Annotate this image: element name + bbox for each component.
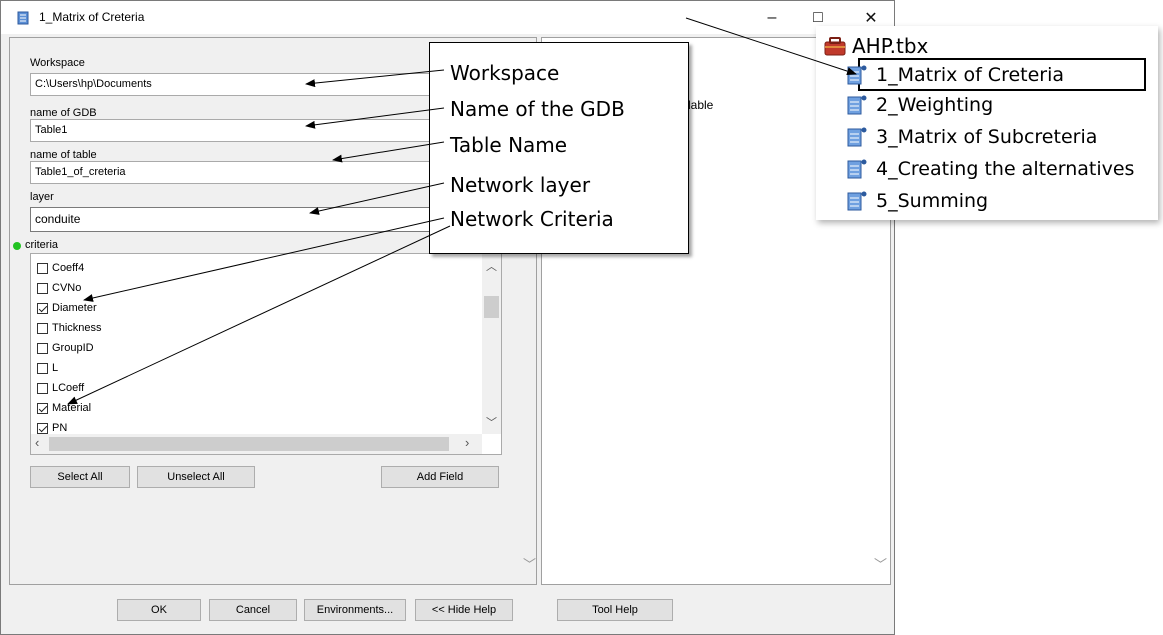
checkbox[interactable] xyxy=(37,322,48,334)
checkbox[interactable] xyxy=(37,382,48,394)
script-tool-icon xyxy=(847,127,867,147)
toolbox-item-matrix-of-creteria[interactable]: 1_Matrix of Creteria xyxy=(846,60,1064,90)
toolbox-item-label: 2_Weighting xyxy=(876,94,994,116)
toolbox-item-label: 3_Matrix of Subcreteria xyxy=(876,126,1098,148)
title-bar[interactable]: 1_Matrix of Creteria – □ ✕ xyxy=(1,1,894,34)
toolbox-name: AHP.tbx xyxy=(852,34,929,58)
criteria-item-diameter[interactable]: Diameter xyxy=(37,298,97,318)
gdb-field[interactable]: Table1 xyxy=(30,119,450,142)
criteria-item-label: GroupID xyxy=(52,342,94,354)
scroll-thumb[interactable] xyxy=(484,296,499,318)
criteria-list[interactable]: Coeff4 CVNo Diameter Thickness GroupID L… xyxy=(30,253,502,455)
checkbox[interactable] xyxy=(37,362,48,374)
scroll-down-icon[interactable]: ﹀ xyxy=(523,554,536,573)
toolbox-item-label: 1_Matrix of Creteria xyxy=(876,64,1065,86)
criteria-item-label: L xyxy=(52,362,59,374)
environments-button[interactable]: Environments... xyxy=(304,599,406,621)
select-all-button[interactable]: Select All xyxy=(30,466,130,488)
window-title: 1_Matrix of Creteria xyxy=(39,10,145,24)
callout-workspace: Workspace xyxy=(450,61,560,85)
layer-label: layer xyxy=(30,191,54,203)
criteria-item-cvno[interactable]: CVNo xyxy=(37,278,81,298)
toolbox-item-label: 5_Summing xyxy=(876,190,989,212)
script-tool-icon xyxy=(847,95,867,115)
criteria-item-l[interactable]: L xyxy=(37,358,58,378)
toolbox-panel: AHP.tbx 1_Matrix of Creteria 2_Weighting… xyxy=(816,26,1158,220)
checkbox[interactable] xyxy=(37,282,48,294)
add-field-button[interactable]: Add Field xyxy=(381,466,499,488)
criteria-item-material[interactable]: Material xyxy=(37,398,91,418)
criteria-item-label: Diameter xyxy=(52,302,97,314)
script-tool-icon xyxy=(847,191,867,211)
toolbox-item-creating-alternatives[interactable]: 4_Creating the alternatives xyxy=(846,154,1134,184)
criteria-item-coeff4[interactable]: Coeff4 xyxy=(37,258,84,278)
toolbox-item-weighting[interactable]: 2_Weighting xyxy=(846,90,993,120)
criteria-item-label: CVNo xyxy=(52,282,82,294)
ok-button[interactable]: OK xyxy=(117,599,201,621)
criteria-item-label: Material xyxy=(52,402,92,414)
workspace-field[interactable]: C:\Users\hp\Documents xyxy=(30,73,450,96)
cancel-button[interactable]: Cancel xyxy=(209,599,297,621)
toolbox-icon xyxy=(824,37,846,56)
toolbox-header[interactable]: AHP.tbx xyxy=(824,34,928,58)
criteria-item-label: LCoeff xyxy=(52,382,85,394)
callout-criteria: Network Criteria xyxy=(450,207,614,231)
scroll-left-icon[interactable]: ‹ xyxy=(35,435,39,450)
criteria-item-label: PN xyxy=(52,422,68,434)
callout-layer: Network layer xyxy=(450,173,591,197)
criteria-vertical-scrollbar[interactable]: ︿ ﹀ xyxy=(482,254,501,434)
toolbox-item-matrix-of-subcreteria[interactable]: 3_Matrix of Subcreteria xyxy=(846,122,1097,152)
callout-table: Table Name xyxy=(450,133,568,157)
script-tool-icon xyxy=(847,159,867,179)
required-dot-icon xyxy=(13,242,21,250)
scroll-up-icon[interactable]: ︿ xyxy=(486,258,497,274)
workspace-label: Workspace xyxy=(30,57,85,69)
checkbox[interactable] xyxy=(37,422,48,434)
table-label: name of table xyxy=(30,149,97,161)
gdb-label: name of GDB xyxy=(30,107,97,119)
criteria-label: criteria xyxy=(25,239,59,251)
script-tool-icon xyxy=(847,65,867,85)
criteria-item-lcoeff[interactable]: LCoeff xyxy=(37,378,84,398)
callout-box: Workspace Name of the GDB Table Name Net… xyxy=(429,42,689,254)
unselect-all-button[interactable]: Unselect All xyxy=(137,466,255,488)
toolbox-item-summing[interactable]: 5_Summing xyxy=(846,186,988,216)
layer-dropdown[interactable]: conduite xyxy=(30,207,450,232)
minimize-button[interactable]: – xyxy=(749,1,795,34)
checkbox[interactable] xyxy=(37,342,48,354)
horizontal-scroll-thumb[interactable] xyxy=(49,437,449,451)
table-field[interactable]: Table1_of_creteria xyxy=(30,161,450,184)
tool-help-button[interactable]: Tool Help xyxy=(557,599,673,621)
criteria-item-label: Coeff4 xyxy=(52,262,85,274)
checkbox[interactable] xyxy=(37,302,48,314)
scroll-right-icon[interactable]: › xyxy=(465,435,469,450)
checkbox[interactable] xyxy=(37,262,48,274)
toolbox-item-label: 4_Creating the alternatives xyxy=(876,158,1135,180)
help-scroll-down-icon[interactable]: ﹀ xyxy=(874,554,887,573)
script-tool-icon xyxy=(17,11,29,25)
criteria-horizontal-scrollbar[interactable]: ‹ › xyxy=(31,434,482,454)
help-text: lable xyxy=(688,98,714,112)
callout-gdb: Name of the GDB xyxy=(450,97,625,121)
hide-help-button[interactable]: << Hide Help xyxy=(415,599,513,621)
criteria-item-groupid[interactable]: GroupID xyxy=(37,338,94,358)
checkbox[interactable] xyxy=(37,402,48,414)
criteria-item-thickness[interactable]: Thickness xyxy=(37,318,102,338)
criteria-item-label: Thickness xyxy=(52,322,102,334)
scroll-down-icon[interactable]: ﹀ xyxy=(486,414,497,430)
